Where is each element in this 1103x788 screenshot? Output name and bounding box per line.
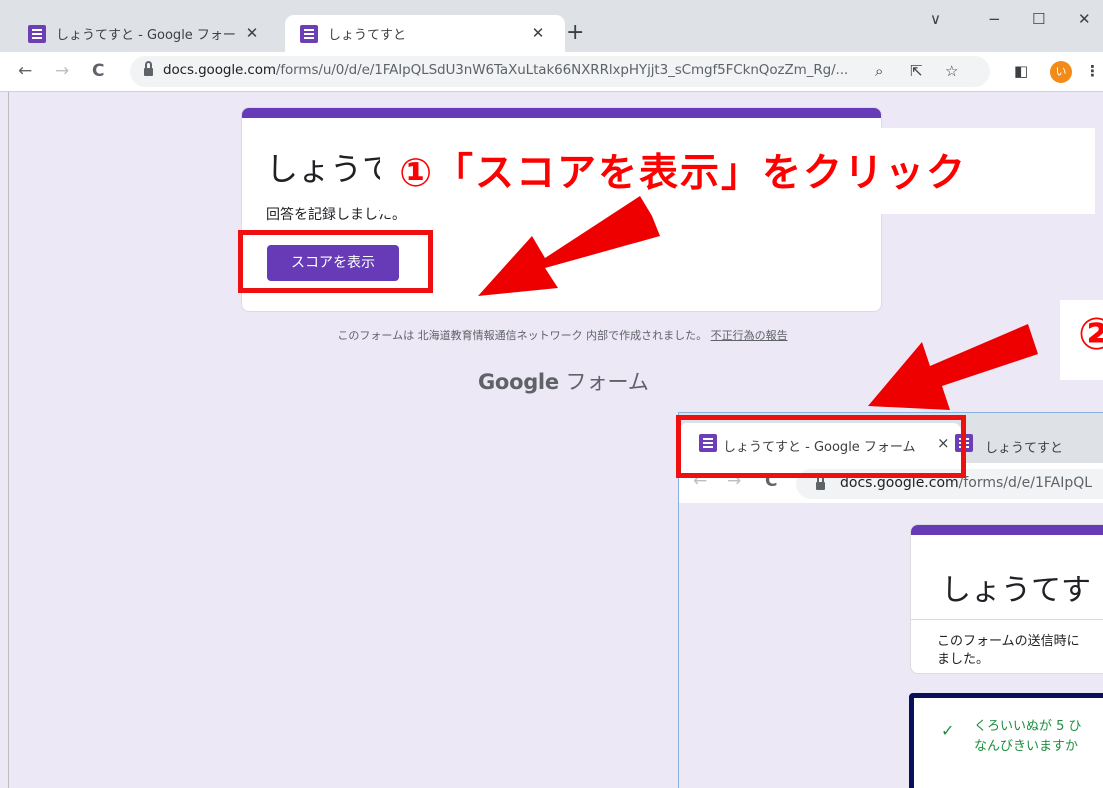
back-icon[interactable]: ← xyxy=(18,61,32,81)
sidepanel-icon[interactable]: ◧ xyxy=(1014,62,1028,80)
forms-wordmark: フォーム xyxy=(565,370,649,394)
maximize-icon[interactable]: ☐ xyxy=(1032,10,1045,28)
tab-close-icon[interactable]: ✕ xyxy=(529,24,547,42)
profile-avatar[interactable]: い xyxy=(1050,61,1072,83)
check-icon: ✓ xyxy=(941,721,955,740)
tab-title: しょうてすと - Google フォーム xyxy=(56,28,236,43)
annotation-arrow-2 xyxy=(868,324,1038,410)
screenshot-root: しょうてすと - Google フォーム ✕ しょうてすと ✕ + ∨ − ☐ … xyxy=(0,0,1103,788)
share-icon[interactable]: ⇱ xyxy=(910,62,923,80)
report-abuse-link[interactable]: 不正行為の報告 xyxy=(711,329,788,342)
inset-divider xyxy=(911,619,1103,620)
inset-tab2-title: しょうてすと xyxy=(985,441,1064,456)
tab-close-icon[interactable]: ✕ xyxy=(243,24,261,42)
form-accent-bar xyxy=(242,108,881,118)
lock-icon[interactable] xyxy=(816,475,825,490)
google-forms-favicon-icon xyxy=(28,24,46,43)
bookmark-star-icon[interactable]: ☆ xyxy=(945,62,958,80)
form-title: しょうて xyxy=(266,150,395,188)
tab-search-icon[interactable]: ∨ xyxy=(930,10,941,28)
forward-icon[interactable]: → xyxy=(55,61,69,81)
footer-note-text: このフォームは 北海道教育情報通信ネットワーク 内部で作成されました。 xyxy=(337,329,708,342)
inset-accent-bar xyxy=(911,525,1103,535)
annotation-highlight-score-button xyxy=(238,230,433,293)
annotation-arrow-1 xyxy=(478,196,660,296)
menu-icon[interactable]: ⋮ xyxy=(1085,62,1100,80)
google-forms-logo[interactable]: Google フォーム xyxy=(478,366,649,396)
browser-tab-bar: しょうてすと - Google フォーム ✕ しょうてすと ✕ + ∨ − ☐ … xyxy=(0,0,1103,52)
address-url: docs.google.com/forms/u/0/d/e/1FAIpQLSdU… xyxy=(163,62,849,78)
google-wordmark: Google xyxy=(478,370,559,394)
zoom-icon[interactable]: ⌕ xyxy=(875,62,883,80)
annotation-highlight-google-forms-tab xyxy=(676,415,966,478)
reload-icon[interactable]: C xyxy=(92,61,104,81)
address-bar[interactable]: docs.google.com/forms/u/0/d/e/1FAIpQLSdU… xyxy=(130,56,990,87)
inset-form-title: しょうてす xyxy=(941,573,1091,608)
google-forms-favicon-icon xyxy=(300,24,318,43)
arrow-2-shape xyxy=(868,324,1038,410)
annotation-step2-text: ② xyxy=(1078,309,1103,360)
inset-form-header-card: しょうてす このフォームの送信時に ました。 xyxy=(910,524,1103,674)
inset-question-card: ✓ くろいいぬが 5 ひなんびきいますか xyxy=(909,693,1103,788)
tab-title: しょうてすと xyxy=(328,28,407,43)
close-window-icon[interactable]: ✕ xyxy=(1078,10,1091,28)
tab-shoutesuto[interactable]: しょうてすと ✕ xyxy=(285,15,565,52)
lock-icon[interactable] xyxy=(144,61,153,76)
minimize-icon[interactable]: − xyxy=(988,10,1001,28)
tab-google-forms[interactable]: しょうてすと - Google フォーム ✕ xyxy=(13,15,279,52)
inset-form-note: このフォームの送信時に ました。 xyxy=(937,634,1080,667)
new-tab-button[interactable]: + xyxy=(566,22,584,44)
browser-toolbar: ← → C docs.google.com/forms/u/0/d/e/1FAI… xyxy=(0,52,1103,92)
annotation-step1-text: ①「スコアを表示」をクリック xyxy=(399,151,968,196)
inset-question-text: くろいいぬが 5 ひなんびきいますか xyxy=(974,719,1082,754)
arrow-1-shape xyxy=(478,196,660,296)
